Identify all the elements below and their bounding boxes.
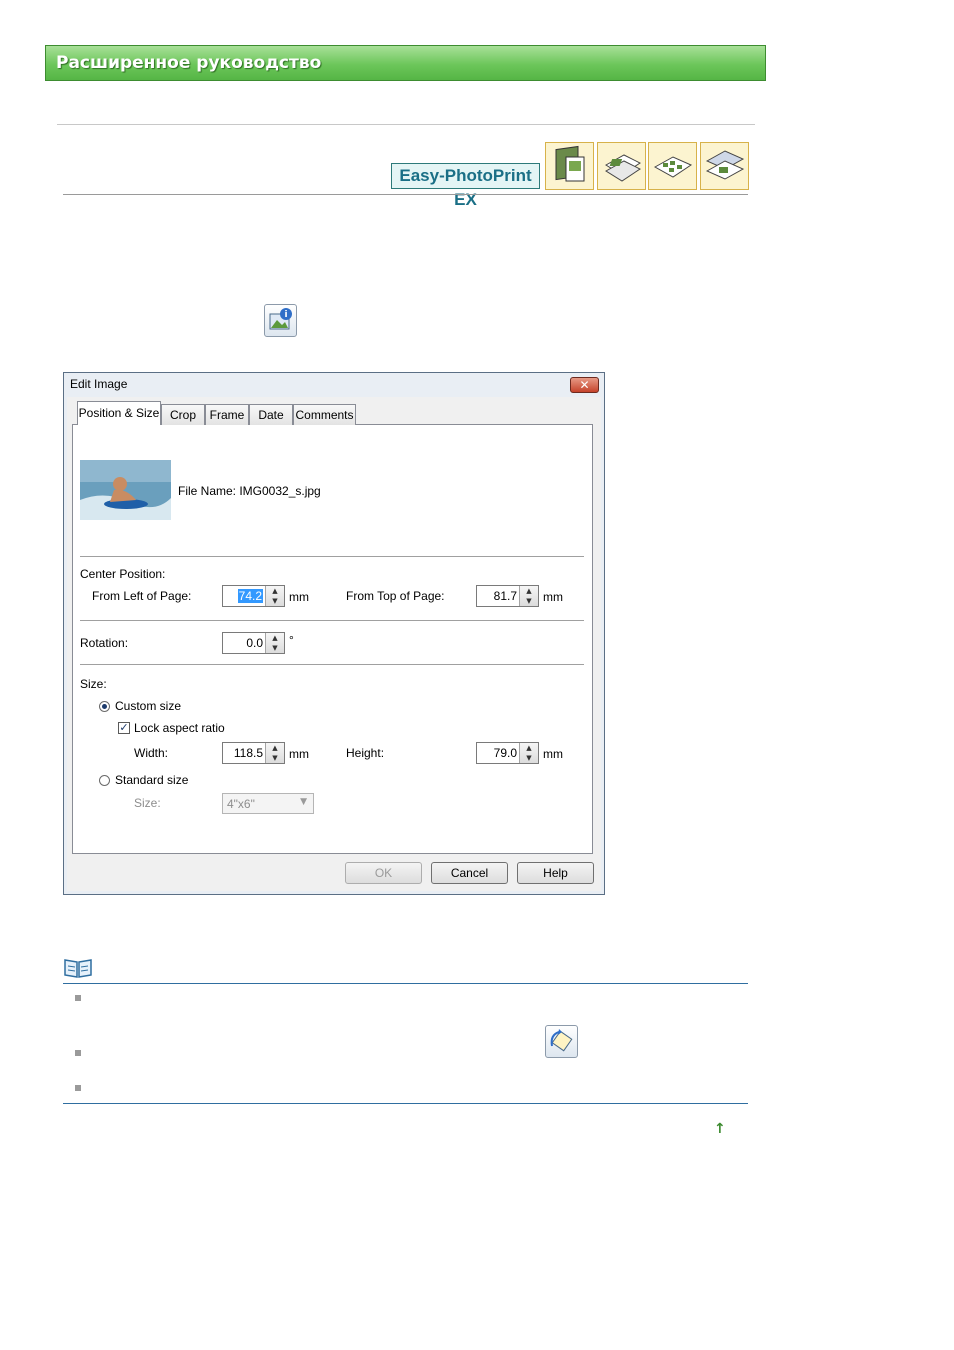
from-top-value[interactable]: 81.7 bbox=[494, 589, 517, 603]
standard-size-radio[interactable] bbox=[99, 775, 110, 786]
from-top-spinner[interactable]: 81.7 ▲ ▼ bbox=[476, 585, 539, 607]
size-label: Size: bbox=[80, 677, 107, 691]
from-left-spinner[interactable]: 74.2 ▲ ▼ bbox=[222, 585, 285, 607]
chevron-down-icon: ▼ bbox=[300, 797, 307, 807]
from-top-label: From Top of Page: bbox=[346, 589, 445, 603]
custom-size-label[interactable]: Custom size bbox=[115, 699, 181, 713]
note-rule bbox=[63, 1103, 748, 1104]
from-left-label: From Left of Page: bbox=[92, 589, 192, 603]
list-bullet bbox=[75, 995, 81, 1001]
spinner-arrows[interactable]: ▲ ▼ bbox=[519, 743, 538, 763]
standard-size-label[interactable]: Standard size bbox=[115, 773, 188, 787]
divider bbox=[63, 194, 748, 195]
from-top-unit: mm bbox=[543, 590, 563, 604]
width-spinner[interactable]: 118.5 ▲ ▼ bbox=[222, 742, 285, 764]
tab-comments[interactable]: Comments bbox=[293, 404, 356, 425]
from-left-unit: mm bbox=[289, 590, 309, 604]
note-book-icon bbox=[64, 958, 92, 978]
back-to-top-icon[interactable]: ↑ bbox=[714, 1121, 726, 1137]
rotation-label: Rotation: bbox=[80, 636, 129, 650]
separator bbox=[80, 620, 584, 622]
width-unit: mm bbox=[289, 747, 309, 761]
lock-aspect-label[interactable]: Lock aspect ratio bbox=[134, 721, 225, 735]
center-position-label: Center Position: bbox=[80, 567, 166, 581]
tab-crop[interactable]: Crop bbox=[161, 404, 205, 425]
help-button[interactable]: Help bbox=[517, 862, 594, 884]
spinner-arrows[interactable]: ▲ ▼ bbox=[265, 743, 284, 763]
separator bbox=[80, 556, 584, 558]
product-label[interactable]: Easy-PhotoPrint EX bbox=[391, 163, 540, 209]
height-spinner[interactable]: 79.0 ▲ ▼ bbox=[476, 742, 539, 764]
note-rule bbox=[63, 983, 748, 984]
close-button[interactable]: ✕ bbox=[570, 377, 599, 393]
file-name-label: File Name: IMG0032_s.jpg bbox=[178, 484, 321, 498]
tab-frame[interactable]: Frame bbox=[205, 404, 249, 425]
height-value[interactable]: 79.0 bbox=[494, 746, 517, 760]
dialog-title: Edit Image bbox=[70, 377, 128, 391]
lock-aspect-checkbox[interactable]: ✓ bbox=[118, 722, 130, 734]
divider bbox=[57, 124, 755, 125]
image-rotate-icon[interactable] bbox=[545, 1025, 578, 1058]
size-combo-label: Size: bbox=[134, 796, 161, 810]
album-icon[interactable] bbox=[545, 142, 594, 190]
spinner-arrows[interactable]: ▲ ▼ bbox=[265, 586, 284, 606]
tab-date[interactable]: Date bbox=[249, 404, 293, 425]
image-info-icon[interactable]: i bbox=[264, 304, 297, 337]
spinner-arrows[interactable]: ▲ ▼ bbox=[265, 633, 284, 653]
calendar-icon[interactable] bbox=[597, 142, 646, 190]
width-label: Width: bbox=[134, 746, 169, 760]
separator bbox=[80, 664, 584, 666]
list-bullet bbox=[75, 1085, 81, 1091]
rotation-value[interactable]: 0.0 bbox=[246, 636, 263, 650]
tab-position-size[interactable]: Position & Size bbox=[77, 401, 161, 425]
image-thumbnail bbox=[80, 460, 171, 520]
size-select[interactable]: 4"x6" ▼ bbox=[222, 793, 314, 814]
height-label: Height: bbox=[346, 746, 385, 760]
list-bullet bbox=[75, 1050, 81, 1056]
height-unit: mm bbox=[543, 747, 563, 761]
svg-text:i: i bbox=[284, 310, 287, 320]
custom-size-radio[interactable] bbox=[99, 701, 110, 712]
cancel-button[interactable]: Cancel bbox=[431, 862, 508, 884]
page-title: Расширенное руководство bbox=[56, 53, 322, 73]
width-value[interactable]: 118.5 bbox=[234, 746, 263, 760]
ok-button[interactable]: OK bbox=[345, 862, 422, 884]
layout-print-icon[interactable] bbox=[700, 142, 749, 190]
rotation-unit: ° bbox=[289, 633, 294, 647]
from-left-value[interactable]: 74.2 bbox=[237, 589, 263, 603]
rotation-spinner[interactable]: 0.0 ▲ ▼ bbox=[222, 632, 285, 654]
stickers-icon[interactable] bbox=[648, 142, 697, 190]
spinner-arrows[interactable]: ▲ ▼ bbox=[519, 586, 538, 606]
size-select-value: 4"x6" bbox=[227, 797, 255, 811]
